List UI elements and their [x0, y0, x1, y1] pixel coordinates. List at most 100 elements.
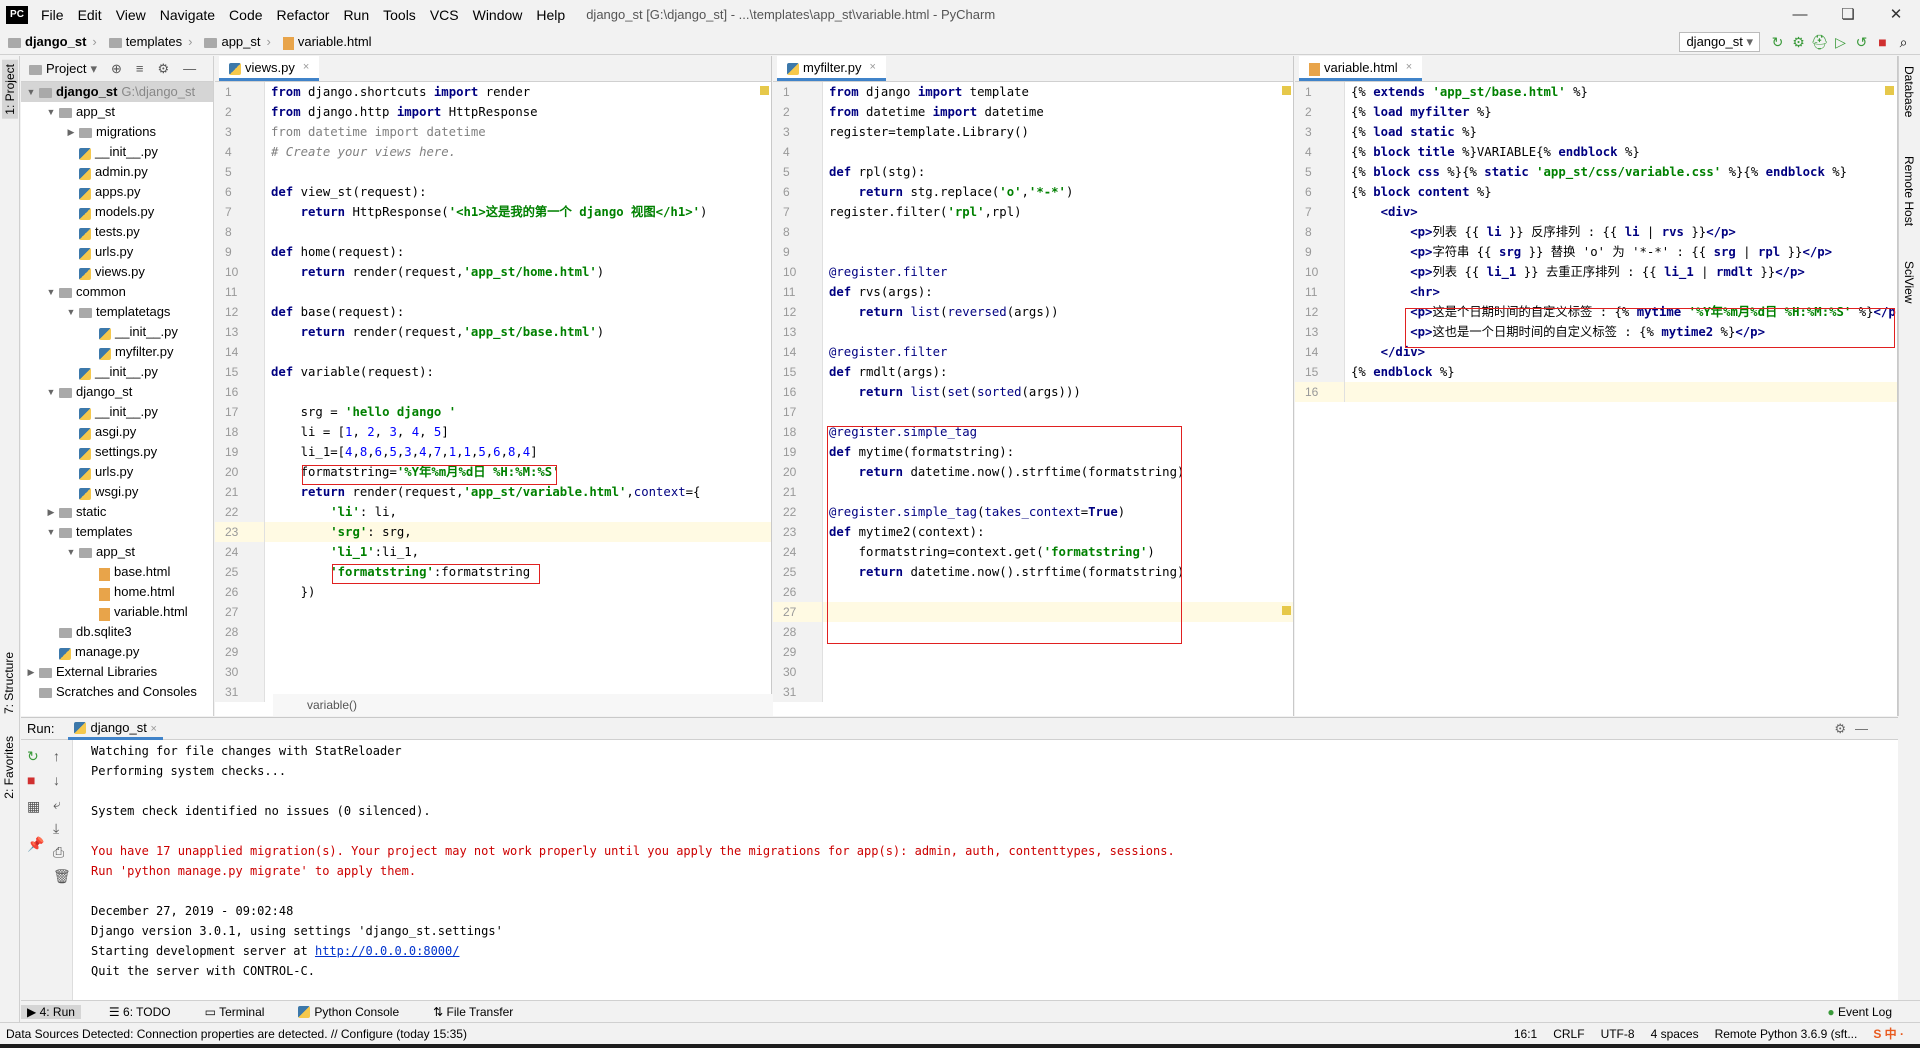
layout-icon[interactable]: ▦ — [27, 798, 40, 815]
trash-icon[interactable]: 🗑 — [53, 868, 71, 885]
warning-marker-icon[interactable] — [1282, 86, 1291, 95]
tree-item[interactable]: __init__.py — [21, 402, 213, 422]
tool-tab-database[interactable]: Database — [1902, 66, 1916, 117]
profile-icon[interactable]: ▷ — [1830, 30, 1851, 54]
tree-item[interactable]: variable.html — [21, 602, 213, 622]
file-encoding[interactable]: UTF-8 — [1601, 1027, 1635, 1041]
run-config-tab[interactable]: django_st × — [68, 718, 163, 740]
tree-item[interactable]: ▼ templates — [21, 522, 213, 542]
tree-item[interactable]: db.sqlite3 — [21, 622, 213, 642]
cursor-position[interactable]: 16:1 — [1514, 1027, 1537, 1041]
pin-icon[interactable]: 📌 — [27, 836, 44, 853]
code-area[interactable]: {% extends 'app_st/base.html' %} {% load … — [1345, 82, 1897, 402]
tree-item[interactable]: apps.py — [21, 182, 213, 202]
code-area[interactable]: from django import template from datetime… — [823, 82, 1293, 702]
run-hide-icon[interactable]: — — [1855, 721, 1868, 736]
menu-window[interactable]: Window — [466, 7, 530, 23]
tree-item[interactable]: __init__.py — [21, 362, 213, 382]
print-icon[interactable]: ⎙ — [53, 844, 64, 861]
minimize-button[interactable]: — — [1776, 0, 1824, 29]
collapse-icon[interactable]: ≡ — [136, 61, 144, 76]
tree-item[interactable]: ▼ app_st — [21, 542, 213, 562]
breadcrumb-templates[interactable]: templates › — [108, 34, 199, 49]
tree-item[interactable]: ▼ templatetags — [21, 302, 213, 322]
tree-item[interactable]: home.html — [21, 582, 213, 602]
tree-item[interactable]: models.py — [21, 202, 213, 222]
tree-item[interactable]: myfilter.py — [21, 342, 213, 362]
warning-marker-icon[interactable] — [1885, 86, 1894, 95]
stop-icon[interactable]: ■ — [27, 772, 35, 788]
tool-tab-structure[interactable]: 7: Structure — [2, 652, 16, 714]
breadcrumb-project[interactable]: django_st › — [8, 34, 103, 49]
tree-item[interactable]: views.py — [21, 262, 213, 282]
editor-tab[interactable]: views.py × — [219, 56, 320, 81]
rerun-icon[interactable]: ↻ — [1767, 30, 1788, 54]
editor-tab[interactable]: variable.html × — [1299, 56, 1423, 81]
debug-icon[interactable]: ⚙ — [1788, 30, 1809, 54]
run-configuration-select[interactable]: django_st ▾ — [1679, 32, 1760, 52]
warning-marker-icon[interactable] — [1282, 606, 1291, 615]
tree-item[interactable]: ▶ External Libraries — [21, 662, 213, 682]
python-interpreter[interactable]: Remote Python 3.6.9 (sft... — [1715, 1027, 1858, 1041]
menu-file[interactable]: File — [34, 7, 71, 23]
expand-arrow-icon[interactable]: ▼ — [45, 522, 57, 542]
menu-navigate[interactable]: Navigate — [153, 7, 222, 23]
tree-item[interactable]: settings.py — [21, 442, 213, 462]
up-arrow-icon[interactable]: ↑ — [53, 748, 60, 764]
tree-item[interactable]: tests.py — [21, 222, 213, 242]
coverage-icon[interactable]: ⛑ — [1809, 30, 1830, 54]
search-icon[interactable]: ⌕ — [1893, 30, 1914, 54]
close-tab-icon[interactable]: × — [303, 61, 309, 73]
menu-run[interactable]: Run — [336, 7, 376, 23]
code-breadcrumb[interactable]: variable() — [273, 694, 793, 716]
tree-item[interactable]: ▼ common — [21, 282, 213, 302]
tool-tab-sciview[interactable]: SciView — [1902, 261, 1916, 303]
close-window-button[interactable]: ✕ — [1872, 0, 1920, 29]
maximize-button[interactable]: ❏ — [1824, 0, 1872, 29]
tool-tab-remote-host[interactable]: Remote Host — [1902, 156, 1916, 226]
breadcrumb-app-st[interactable]: app_st › — [204, 34, 276, 49]
menu-view[interactable]: View — [109, 7, 153, 23]
menu-code[interactable]: Code — [222, 7, 269, 23]
expand-arrow-icon[interactable]: ▼ — [45, 102, 57, 122]
expand-arrow-icon[interactable]: ▼ — [65, 542, 77, 562]
menu-vcs[interactable]: VCS — [423, 7, 466, 23]
line-separator[interactable]: CRLF — [1553, 1027, 1584, 1041]
menu-edit[interactable]: Edit — [71, 7, 109, 23]
locate-icon[interactable]: ⊕ — [111, 61, 122, 77]
warning-marker-icon[interactable] — [760, 86, 769, 95]
tool-tab-python-console[interactable]: Python Console — [292, 1004, 405, 1019]
tool-tab-todo[interactable]: ☰ 6: TODO — [103, 1005, 177, 1019]
expand-arrow-icon[interactable]: ▼ — [45, 282, 57, 302]
stop-icon[interactable]: ■ — [1872, 30, 1893, 54]
tree-item[interactable]: ▼ django_st — [21, 382, 213, 402]
tree-item[interactable]: asgi.py — [21, 422, 213, 442]
menu-refactor[interactable]: Refactor — [270, 7, 337, 23]
tool-tab-file-transfer[interactable]: ⇅ File Transfer — [427, 1005, 519, 1019]
tree-item[interactable]: base.html — [21, 562, 213, 582]
status-message[interactable]: Data Sources Detected: Connection proper… — [6, 1027, 1514, 1041]
server-url-link[interactable]: http://0.0.0.0:8000/ — [315, 944, 460, 958]
breadcrumb-file[interactable]: variable.html — [282, 34, 372, 50]
editor-tab[interactable]: myfilter.py × — [777, 56, 886, 81]
tool-tab-terminal[interactable]: ▭ Terminal — [199, 1005, 271, 1019]
tree-item[interactable]: Scratches and Consoles — [21, 682, 213, 702]
tree-item[interactable]: admin.py — [21, 162, 213, 182]
run-settings-gear-icon[interactable]: ⚙ — [1834, 721, 1846, 737]
tree-item[interactable]: wsgi.py — [21, 482, 213, 502]
tree-item[interactable]: urls.py — [21, 462, 213, 482]
tree-item[interactable]: ▶ migrations — [21, 122, 213, 142]
menu-tools[interactable]: Tools — [376, 7, 423, 23]
tree-item[interactable]: ▼ django_st G:\django_st — [21, 82, 213, 102]
tool-tab-favorites[interactable]: 2: Favorites — [2, 736, 16, 799]
hide-icon[interactable]: — — [183, 61, 196, 76]
tree-item[interactable]: ▼ app_st — [21, 102, 213, 122]
settings-gear-icon[interactable]: ⚙ — [158, 61, 170, 77]
indent-setting[interactable]: 4 spaces — [1651, 1027, 1699, 1041]
expand-arrow-icon[interactable]: ▼ — [45, 382, 57, 402]
menu-help[interactable]: Help — [529, 7, 572, 23]
tree-item[interactable]: ▶ static — [21, 502, 213, 522]
down-arrow-icon[interactable]: ↓ — [53, 772, 60, 788]
expand-arrow-icon[interactable]: ▶ — [25, 662, 37, 682]
rerun-icon[interactable]: ↻ — [27, 748, 39, 765]
